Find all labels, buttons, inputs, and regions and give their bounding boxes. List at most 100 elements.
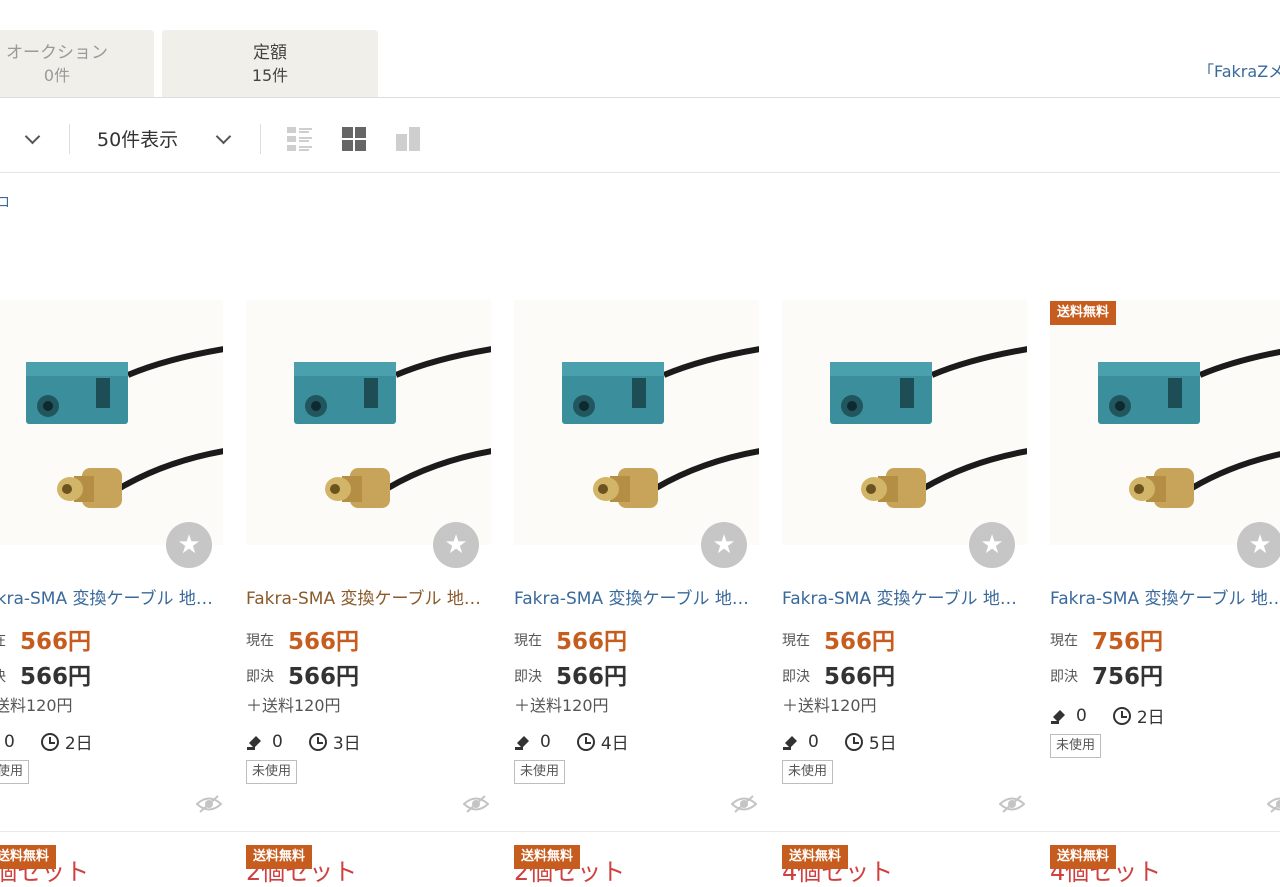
tab-fixed-price[interactable]: 定額 15件	[162, 30, 378, 98]
buy-now-price: 566円	[20, 664, 92, 690]
product-image[interactable]	[1050, 300, 1280, 545]
free-shipping-badge: 送料無料	[1050, 301, 1117, 325]
condition-tag: 未使用	[782, 760, 834, 784]
product-image[interactable]	[246, 300, 491, 545]
product-card[interactable]: ★ Fakra-SMA 変換ケーブル 地下鉄 現在 566円 即決 566円 ＋…	[0, 300, 223, 820]
product-image[interactable]	[0, 300, 223, 545]
current-label: 現在	[246, 633, 274, 649]
product-image[interactable]	[514, 300, 759, 545]
bid-count: 0	[808, 731, 819, 752]
tab-label: オークション	[6, 43, 108, 63]
product-title[interactable]: Fakra-SMA 変換ケーブル 地下鉄	[514, 584, 759, 609]
shipping-fee: ＋送料120円	[246, 696, 341, 715]
grid-view-icon[interactable]	[341, 126, 367, 152]
clock-icon	[844, 732, 863, 751]
per-page-select[interactable]: 50件表示	[97, 125, 178, 152]
toolbar-divider	[0, 172, 1280, 173]
tab-auction[interactable]: オークション 0件	[0, 30, 154, 98]
shipping-fee: ＋送料120円	[782, 696, 877, 715]
product-title[interactable]: Fakra-SMA 変換ケーブル 地下鉄	[1050, 584, 1280, 609]
current-price: 566円	[556, 629, 628, 655]
favorite-star-icon[interactable]: ★	[969, 522, 1015, 568]
buy-now-label: 即決	[246, 669, 274, 685]
product-title[interactable]: Fakra-SMA 変換ケーブル 地下鉄	[0, 584, 223, 609]
promo-link[interactable]: 「FakraZメ	[1198, 58, 1280, 82]
product-card[interactable]: ★ Fakra-SMA 変換ケーブル 地下鉄 現在 566円 即決 566円 ＋…	[514, 300, 759, 820]
buy-now-price: 756円	[1092, 664, 1164, 690]
product-title[interactable]: Fakra-SMA 変換ケーブル 地下鉄	[782, 584, 1027, 609]
buy-now-price: 566円	[288, 664, 360, 690]
hide-eye-icon[interactable]	[731, 794, 757, 814]
condition-tag: 未使用	[246, 760, 298, 784]
buy-now-label: 即決	[1050, 669, 1078, 685]
time-left: 2日	[64, 734, 93, 754]
clock-icon	[308, 732, 327, 751]
product-image[interactable]	[782, 300, 1027, 545]
bid-count: 0	[1076, 705, 1087, 726]
hide-eye-icon[interactable]	[463, 794, 489, 814]
tab-count: 0件	[43, 66, 71, 85]
toolbar-separator	[69, 124, 70, 154]
hide-eye-icon[interactable]	[1267, 794, 1280, 814]
favorite-star-icon[interactable]: ★	[701, 522, 747, 568]
time-left: 3日	[332, 734, 361, 754]
current-price: 566円	[288, 629, 360, 655]
bid-time-row: 0 2日	[0, 729, 93, 755]
product-card[interactable]: 送料無料 ★ Fakra-SMA 変換ケーブル 地下鉄 現在 756円 即決 7…	[1050, 300, 1280, 820]
partial-link[interactable]: ロ	[0, 192, 10, 212]
buy-now-label: 即決	[0, 666, 6, 686]
time-left: 4日	[600, 734, 629, 754]
clock-icon	[1112, 706, 1131, 725]
gavel-icon	[247, 735, 261, 750]
per-page-chevron-down-icon[interactable]	[215, 128, 232, 145]
large-grid-view-icon[interactable]	[395, 126, 421, 152]
condition-tag: 未使用	[0, 760, 30, 784]
clock-icon	[40, 732, 59, 751]
free-shipping-badge: 送料無料	[246, 845, 313, 869]
buy-now-label: 即決	[514, 669, 542, 685]
clock-icon	[576, 732, 595, 751]
fakra-sma-cable-image	[26, 346, 223, 508]
buy-now-price: 566円	[824, 664, 896, 690]
favorite-star-icon[interactable]: ★	[1237, 522, 1280, 568]
gavel-icon	[515, 735, 529, 750]
bid-count: 0	[540, 731, 551, 752]
current-label: 現在	[514, 633, 542, 649]
buy-now-price: 566円	[556, 664, 628, 690]
fakra-sma-cable-image	[294, 346, 491, 508]
bid-count: 0	[4, 731, 15, 752]
hide-eye-icon[interactable]	[999, 794, 1025, 814]
condition-tag: 未使用	[514, 760, 566, 784]
gavel-icon	[1051, 709, 1065, 724]
favorite-star-icon[interactable]: ★	[433, 522, 479, 568]
free-shipping-badge: 送料無料	[1050, 845, 1117, 869]
condition-tag: 未使用	[1050, 734, 1102, 758]
favorite-star-icon[interactable]: ★	[166, 522, 212, 568]
product-card[interactable]: ★ Fakra-SMA 変換ケーブル 地下鉄 現在 566円 即決 566円 ＋…	[782, 300, 1027, 820]
bid-time-row: 0 2日	[1050, 703, 1165, 728]
free-shipping-badge: 送料無料	[782, 845, 849, 869]
time-left: 2日	[1136, 708, 1165, 728]
current-price: 566円	[824, 629, 896, 655]
toolbar-separator	[260, 124, 261, 154]
free-shipping-badge: 送料無料	[0, 845, 57, 869]
current-label: 現在	[782, 633, 810, 649]
current-price: 756円	[1092, 629, 1164, 655]
product-card[interactable]: ★ Fakra-SMA 変換ケーブル 地下鉄 現在 566円 即決 566円 ＋…	[246, 300, 491, 820]
tab-count: 15件	[251, 66, 289, 85]
hide-eye-icon[interactable]	[196, 794, 222, 814]
product-title[interactable]: Fakra-SMA 変換ケーブル 地下鉄	[246, 584, 491, 609]
fakra-sma-cable-image	[830, 346, 1027, 508]
current-price: 566円	[20, 629, 92, 655]
fakra-sma-cable-image	[1098, 348, 1280, 508]
current-label: 現在	[1050, 633, 1078, 649]
tab-label: 定額	[253, 43, 287, 63]
bid-time-row: 0 4日	[514, 729, 629, 754]
bid-time-row: 0 3日	[246, 729, 361, 754]
time-left: 5日	[868, 734, 897, 754]
list-view-icon[interactable]	[287, 126, 313, 152]
sort-chevron-down-icon[interactable]	[24, 128, 41, 145]
free-shipping-badge: 送料無料	[514, 845, 581, 869]
current-label: 現在	[0, 630, 6, 650]
shipping-fee: ＋送料120円	[514, 696, 609, 715]
